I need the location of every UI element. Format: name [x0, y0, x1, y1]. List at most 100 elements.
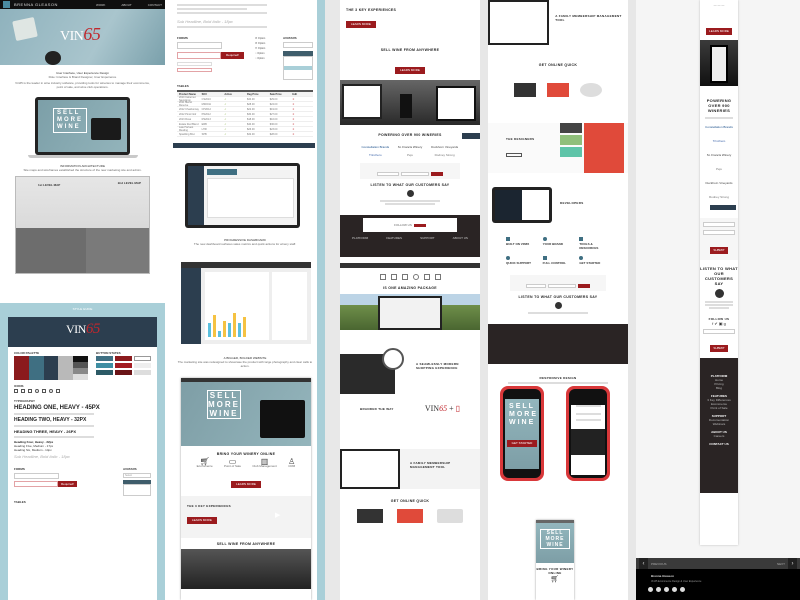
footer-link[interactable]: Blog: [700, 386, 738, 390]
dribbble-icon[interactable]: [648, 587, 653, 592]
radio-option[interactable]: ○ Option: [255, 56, 277, 61]
name-input[interactable]: [526, 284, 546, 288]
delete-icon[interactable]: ✕: [290, 123, 313, 126]
project-viewer-bar: ‹ PREVIOUS NEXT › Brenna Gleason Vin65 Eco…: [636, 558, 800, 600]
author-name[interactable]: Brenna Gleason: [636, 569, 800, 578]
divider: [480, 0, 488, 600]
feature-crm[interactable]: ♙ CRM: [288, 458, 295, 469]
required-tooltip: Required!: [58, 481, 78, 487]
chart-icon: [56, 389, 60, 393]
section-heading: LISTEN TO WHAT OUR CUSTOMERS SAY: [370, 183, 450, 187]
feature-pos[interactable]: ▭ Point of Sale: [224, 458, 241, 469]
brand-name[interactable]: BRENNA GLEASON: [14, 2, 80, 7]
partner-logo: Rodney Strong: [708, 195, 729, 199]
video-thumbnail[interactable]: ▶: [424, 0, 480, 40]
previous-link[interactable]: PREVIOUS: [651, 562, 667, 566]
nav-work[interactable]: WORK: [96, 3, 105, 7]
footer-link[interactable]: Careers: [700, 434, 738, 438]
sample-text-input[interactable]: [14, 473, 59, 479]
sample-select[interactable]: Select: [123, 473, 151, 478]
feature-item: FULL CONTROL: [542, 256, 574, 265]
feature-nav: [340, 274, 480, 280]
name-input[interactable]: [377, 172, 399, 176]
learn-more-button[interactable]: LEARN MORE: [706, 28, 732, 35]
partner-logo: Rodney Strong: [434, 153, 455, 157]
col-header[interactable]: Edit: [290, 93, 313, 96]
learn-more-button[interactable]: LEARN MORE: [346, 21, 376, 28]
brand-logo-icon[interactable]: [3, 1, 10, 8]
club-icon: [28, 389, 32, 393]
name-input[interactable]: [703, 222, 735, 227]
social-icons[interactable]: f ✔ ▣ g: [700, 321, 738, 326]
learn-more-button[interactable]: LEARN MORE: [187, 517, 217, 524]
submit-button[interactable]: SUBMIT: [710, 247, 728, 254]
laptop-screen: SELL MORE WINE: [38, 100, 127, 152]
key-experiences-block: THE 3 KEY EXPERIENCES LEARN MORE ▶: [340, 0, 480, 40]
col-header[interactable]: Active: [222, 93, 245, 96]
twitter-icon[interactable]: [672, 587, 677, 592]
col-header[interactable]: Reg Price: [245, 93, 268, 96]
subscribe-button[interactable]: [413, 223, 426, 227]
footer-col-label: PLATFORM: [352, 236, 369, 240]
submit-button[interactable]: SUBMIT: [710, 345, 728, 352]
table-cell: ERB: [201, 122, 207, 126]
project-caption: Vin65 Ecommerce Design & User Experience: [651, 580, 702, 583]
footer-contact-heading: CONTACT US: [709, 442, 729, 446]
sample-select[interactable]: [283, 42, 313, 48]
delete-icon[interactable]: ✕: [290, 108, 313, 111]
sample-text-input[interactable]: [177, 42, 222, 49]
sample-button: [96, 356, 113, 361]
email-input[interactable]: [703, 230, 735, 235]
delete-icon[interactable]: ✕: [290, 98, 313, 101]
cart-icon: [14, 389, 18, 393]
previous-arrow-icon[interactable]: ‹: [639, 558, 648, 569]
submit-button[interactable]: [431, 172, 443, 176]
active-check-icon: ✓: [224, 117, 227, 121]
nav-about[interactable]: ABOUT: [121, 3, 131, 7]
col-header[interactable]: SKU: [200, 93, 223, 96]
sample-small-input[interactable]: [177, 62, 212, 66]
linkedin-icon[interactable]: [664, 587, 669, 592]
view-button[interactable]: [506, 153, 522, 157]
style-guide-edge: [317, 0, 325, 600]
video-thumbnail[interactable]: ▶: [249, 496, 311, 538]
testimonial-avatar: [406, 190, 414, 197]
active-check-icon: ✓: [224, 132, 227, 136]
sample-error-input[interactable]: [14, 481, 58, 487]
admin-sidebar: [188, 166, 204, 225]
col-header[interactable]: Sale Price: [268, 93, 291, 96]
see-more-tab[interactable]: [462, 133, 480, 139]
pinterest-icon[interactable]: [680, 587, 685, 592]
delete-icon[interactable]: ✕: [290, 118, 313, 121]
delete-icon[interactable]: ✕: [290, 113, 313, 116]
social-links: [648, 587, 800, 592]
delete-icon[interactable]: ✕: [290, 103, 313, 106]
sample-button: [96, 370, 113, 375]
get-started-button[interactable]: GET STARTED: [506, 440, 538, 447]
see-more-tab[interactable]: [710, 205, 736, 210]
email-input[interactable]: [703, 329, 735, 334]
email-input[interactable]: [548, 284, 576, 288]
sample-error-input[interactable]: [177, 52, 221, 59]
table-cell: $28.00: [269, 132, 278, 136]
footer-link[interactable]: Point of Sale: [700, 406, 738, 410]
partner-logos: Constellation Brands St. Francis Winery …: [340, 137, 480, 157]
delete-icon[interactable]: ✕: [290, 128, 313, 131]
delete-icon[interactable]: ✕: [290, 133, 313, 136]
submit-button[interactable]: [578, 284, 590, 288]
next-link[interactable]: NEXT: [777, 562, 785, 566]
sample-small-error-input[interactable]: [177, 68, 212, 72]
icon-set: [14, 389, 94, 393]
table-row[interactable]: Sparkling Brut SPB ✓ $32.00 $28.00 ✕: [177, 132, 313, 137]
footer-link[interactable]: Webinars: [700, 422, 738, 426]
feature-club[interactable]: ▥ Club Management: [252, 458, 277, 469]
feature-ecommerce[interactable]: 🛒︎ Ecommerce: [197, 458, 213, 469]
learn-more-button[interactable]: LEARN MORE: [395, 67, 425, 74]
email-input[interactable]: [401, 172, 429, 176]
table-cell: 2013 Rosé: [179, 117, 192, 121]
bowl-image: [45, 51, 61, 65]
behance-icon[interactable]: [656, 587, 661, 592]
learn-more-button[interactable]: LEARN MORE: [231, 481, 261, 488]
nav-contact[interactable]: CONTACT: [148, 3, 162, 7]
next-arrow-icon[interactable]: ›: [788, 558, 797, 569]
